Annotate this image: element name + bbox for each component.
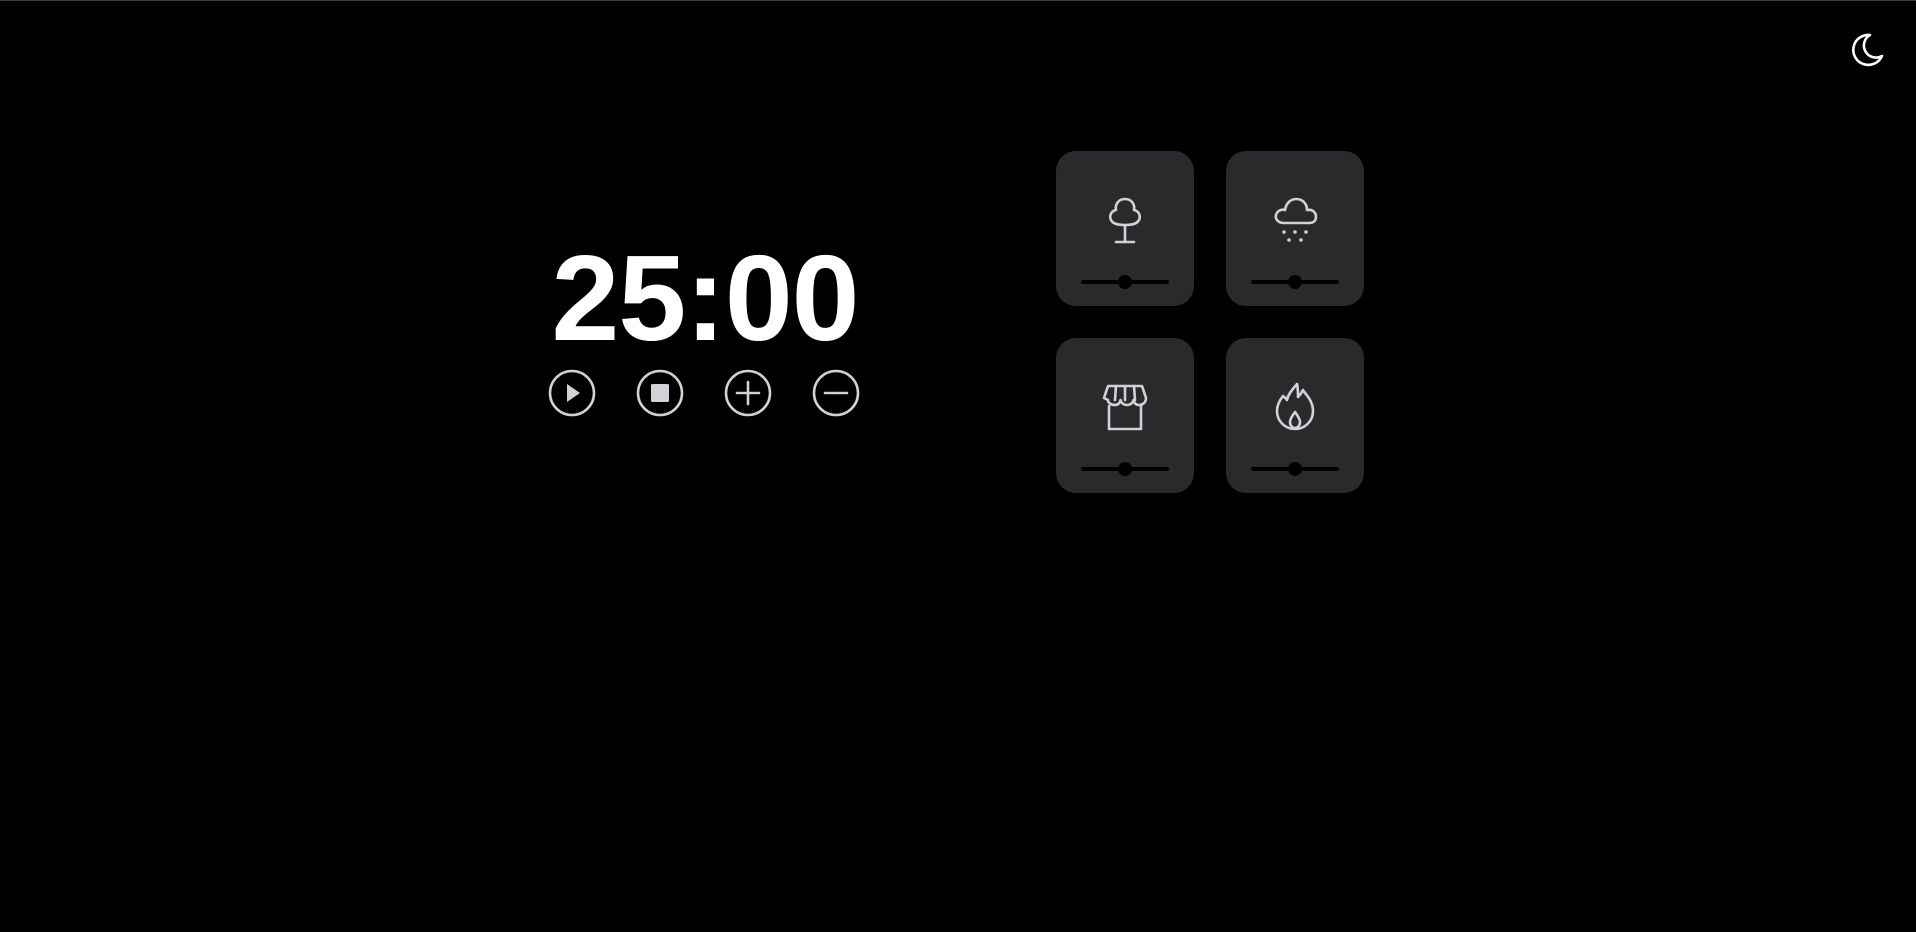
- stop-button[interactable]: [636, 369, 684, 417]
- volume-slider-rain[interactable]: [1251, 274, 1339, 290]
- cloud-rain-icon: [1267, 191, 1323, 247]
- sound-tile-fireplace[interactable]: [1226, 338, 1364, 493]
- volume-slider-coffee-shop[interactable]: [1081, 461, 1169, 477]
- stop-icon: [636, 369, 684, 417]
- timer-controls: [548, 369, 860, 417]
- slider-thumb[interactable]: [1118, 275, 1132, 289]
- sound-tile-forest[interactable]: [1056, 151, 1194, 306]
- volume-slider-forest[interactable]: [1081, 274, 1169, 290]
- theme-toggle-button[interactable]: [1844, 26, 1892, 74]
- subtract-time-button[interactable]: [812, 369, 860, 417]
- slider-thumb[interactable]: [1288, 275, 1302, 289]
- storefront-icon: [1097, 378, 1153, 434]
- plus-icon: [724, 369, 772, 417]
- sound-tile-rain[interactable]: [1226, 151, 1364, 306]
- volume-slider-fireplace[interactable]: [1251, 461, 1339, 477]
- moon-icon: [1848, 29, 1888, 72]
- slider-thumb[interactable]: [1118, 462, 1132, 476]
- add-time-button[interactable]: [724, 369, 772, 417]
- tree-icon: [1097, 191, 1153, 247]
- sound-tile-coffee-shop[interactable]: [1056, 338, 1194, 493]
- play-icon: [548, 369, 596, 417]
- flame-icon: [1267, 378, 1323, 434]
- timer-display: 25:00: [551, 230, 859, 366]
- minus-icon: [812, 369, 860, 417]
- top-border: [0, 0, 1916, 1]
- play-button[interactable]: [548, 369, 596, 417]
- slider-thumb[interactable]: [1288, 462, 1302, 476]
